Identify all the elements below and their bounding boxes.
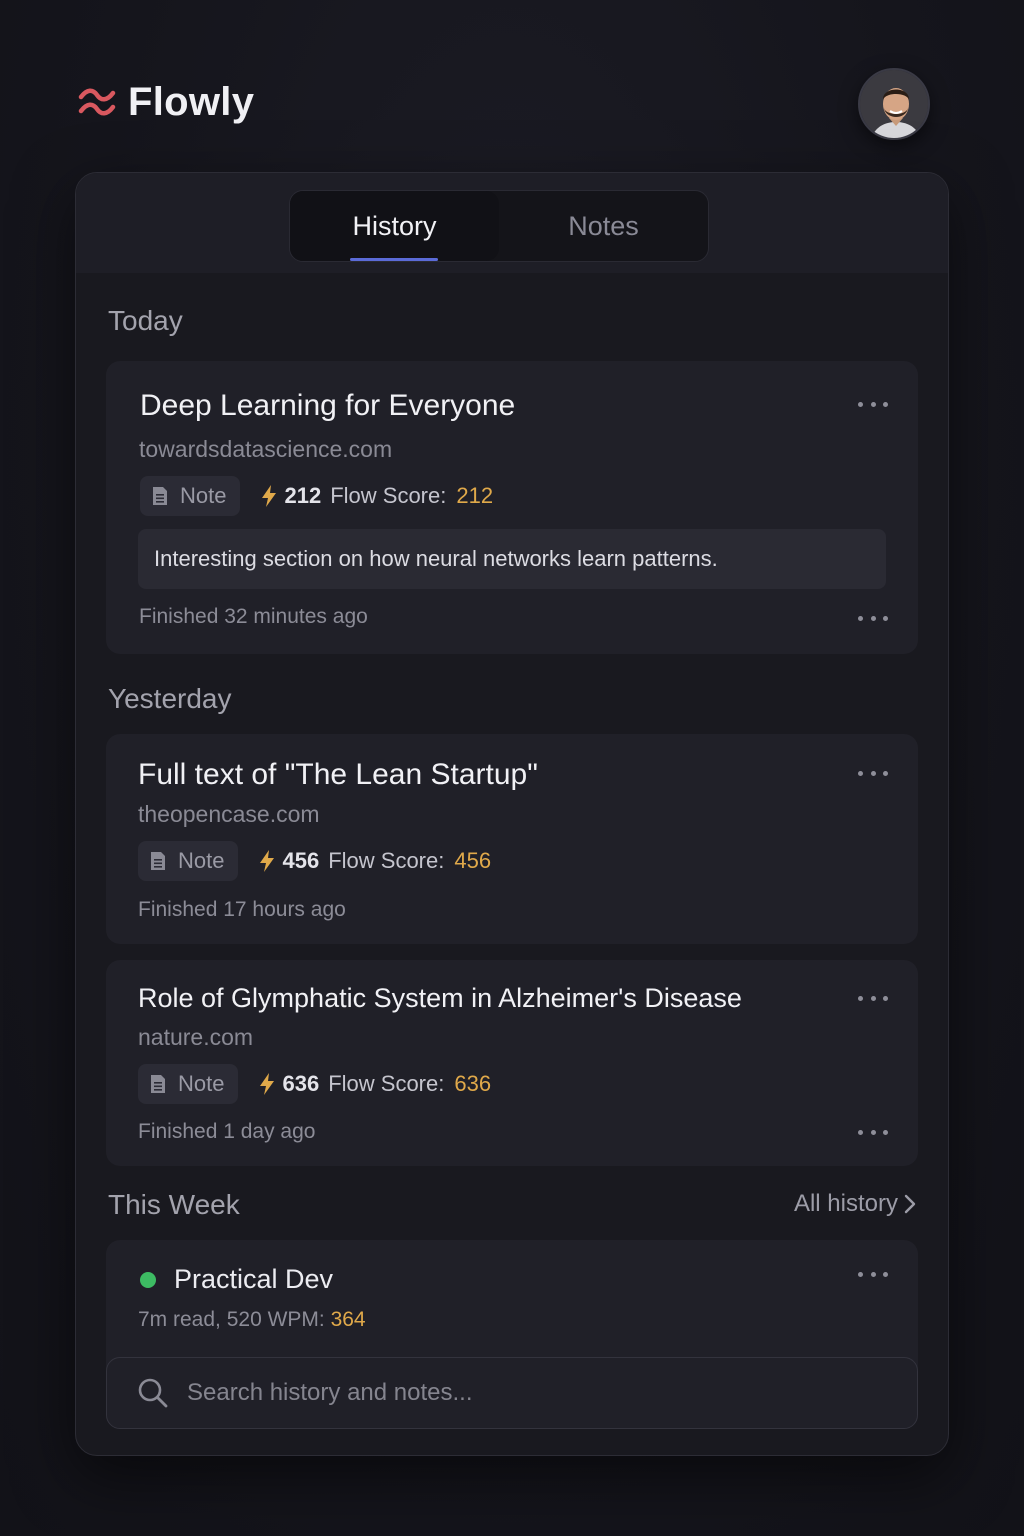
card-domain[interactable]: nature.com <box>138 1024 253 1051</box>
card-title[interactable]: Practical Dev <box>174 1264 333 1295</box>
note-label: Note <box>178 848 225 873</box>
document-icon <box>151 852 165 870</box>
note-chip[interactable]: Note <box>138 841 239 881</box>
more-options-icon[interactable] <box>858 397 888 411</box>
card-title[interactable]: Deep Learning for Everyone <box>140 389 515 423</box>
more-options-icon[interactable] <box>858 611 888 625</box>
card-meta: Note 212 Flow Score: 212 <box>140 476 493 516</box>
flow-value: 456 <box>454 848 492 873</box>
note-label: Note <box>180 483 227 508</box>
search-icon <box>138 1378 168 1408</box>
tab-switcher: History Notes <box>289 190 709 262</box>
flow-number: 212 <box>284 483 322 508</box>
history-card[interactable]: Practical Dev 7m read, 520 WPM: 364 <box>106 1240 918 1370</box>
bolt-icon <box>262 485 277 507</box>
chevron-right-icon <box>904 1194 916 1214</box>
more-options-icon[interactable] <box>858 1267 888 1281</box>
section-yesterday: Yesterday <box>108 683 232 714</box>
document-icon <box>151 1075 165 1093</box>
bolt-icon <box>260 1073 275 1095</box>
all-history-link[interactable]: All history <box>794 1190 916 1218</box>
flow-label: Flow Score: <box>330 483 447 508</box>
section-this-week: This Week <box>108 1189 240 1220</box>
note-chip[interactable]: Note <box>138 1064 239 1104</box>
all-history-label: All history <box>793 1190 898 1217</box>
history-card[interactable]: Full text of "The Lean Startup" theopenc… <box>106 734 918 944</box>
more-options-icon[interactable] <box>858 991 888 1005</box>
read-stats: 7m read, 520 WPM: 364 <box>138 1308 366 1332</box>
note-chip[interactable]: Note <box>140 476 241 516</box>
avatar[interactable] <box>858 68 930 140</box>
tabs-bar: History Notes <box>76 173 948 273</box>
app-header: Flowly <box>78 68 930 140</box>
history-card[interactable]: Deep Learning for Everyone towardsdatasc… <box>106 361 918 654</box>
flow-label: Flow Score: <box>328 848 445 873</box>
history-panel: History Notes Today Deep Learning for Ev… <box>75 172 949 1456</box>
flow-value: 212 <box>456 483 494 508</box>
tab-history[interactable]: History <box>290 191 499 261</box>
card-title[interactable]: Full text of "The Lean Startup" <box>138 758 538 792</box>
bolt-icon <box>260 850 275 872</box>
finished-time: Finished 17 hours ago <box>138 898 346 921</box>
flow-value: 636 <box>454 1071 492 1096</box>
flow-number: 456 <box>282 848 320 873</box>
app-name: Flowly <box>128 80 255 124</box>
week-item-header: Practical Dev <box>140 1264 333 1295</box>
flow-score: 456 Flow Score: 456 <box>258 848 491 874</box>
search-bar[interactable] <box>106 1357 918 1429</box>
card-meta: Note 456 Flow Score: 456 <box>138 841 491 881</box>
flow-number: 636 <box>282 1071 320 1096</box>
more-options-icon[interactable] <box>858 766 888 780</box>
document-icon <box>153 487 167 505</box>
status-dot-icon <box>140 1271 156 1288</box>
search-input[interactable] <box>187 1379 867 1407</box>
tab-notes[interactable]: Notes <box>499 191 708 261</box>
wave-icon <box>78 88 116 115</box>
section-today: Today <box>108 305 183 336</box>
card-meta: Note 636 Flow Score: 636 <box>138 1064 491 1104</box>
card-domain[interactable]: towardsdatascience.com <box>139 436 392 463</box>
read-stats-text: 7m read, 520 WPM: <box>138 1308 325 1331</box>
card-domain[interactable]: theopencase.com <box>138 801 320 828</box>
flow-score: 212 Flow Score: 212 <box>260 483 493 509</box>
read-stats-value: 364 <box>330 1308 366 1331</box>
finished-time: Finished 1 day ago <box>138 1120 316 1143</box>
user-portrait-icon <box>860 70 928 138</box>
history-card[interactable]: Role of Glymphatic System in Alzheimer's… <box>106 960 918 1166</box>
note-label: Note <box>178 1071 225 1096</box>
brand[interactable]: Flowly <box>78 80 254 125</box>
flow-label: Flow Score: <box>328 1071 445 1096</box>
card-title[interactable]: Role of Glymphatic System in Alzheimer's… <box>138 983 742 1014</box>
flow-score: 636 Flow Score: 636 <box>258 1071 491 1097</box>
finished-time: Finished 32 minutes ago <box>139 605 368 628</box>
more-options-icon[interactable] <box>858 1125 888 1139</box>
note-quote[interactable]: Interesting section on how neural networ… <box>138 529 886 589</box>
